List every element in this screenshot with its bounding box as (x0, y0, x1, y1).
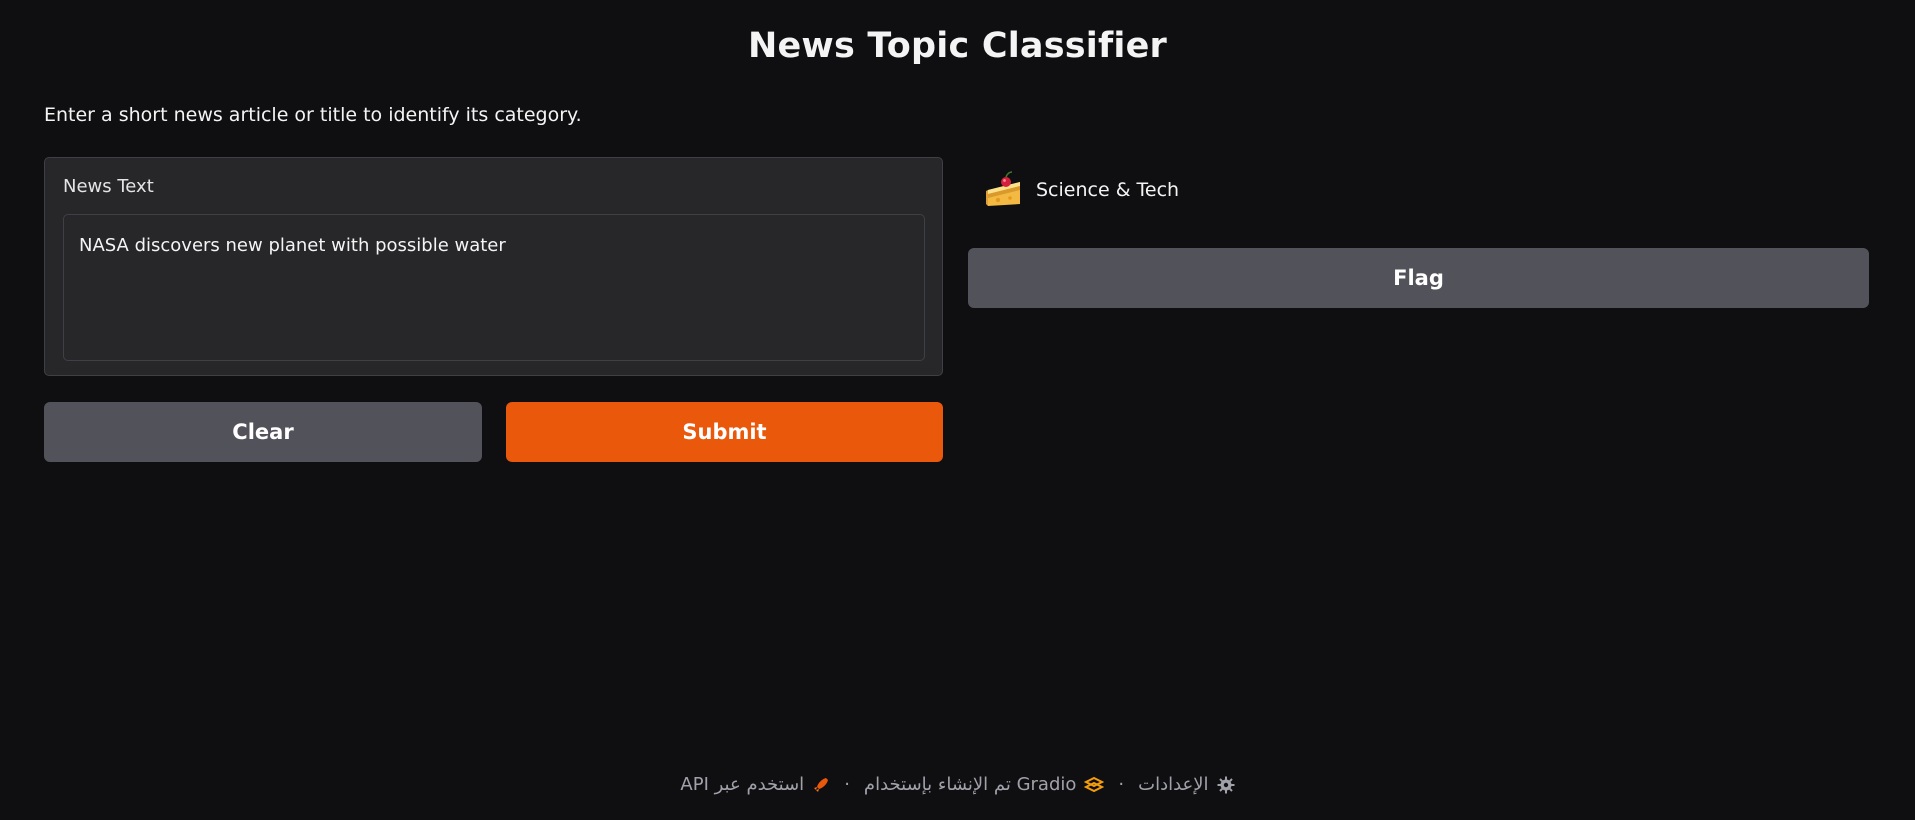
page-description: Enter a short news article or title to i… (44, 104, 582, 126)
gradio-logo-icon (1084, 776, 1105, 792)
news-text-panel: News Text NASA discovers new planet with… (44, 157, 943, 376)
footer-built-with-link[interactable]: تم الإنشاء بإستخدام Gradio (863, 774, 1105, 795)
footer-separator: · (1118, 774, 1125, 795)
footer-api-link[interactable]: API استخدم عبر (680, 774, 830, 795)
footer-settings-label: الإعدادات (1138, 774, 1209, 795)
rocket-icon (814, 777, 829, 792)
footer: API استخدم عبر · تم الإنشاء بإستخدام Gra… (0, 774, 1915, 795)
footer-api-label: API استخدم عبر (680, 774, 805, 795)
submit-button[interactable]: Submit (506, 402, 943, 462)
page-title: News Topic Classifier (747, 26, 1168, 66)
footer-built-with-label: تم الإنشاء بإستخدام Gradio (863, 774, 1077, 795)
gear-icon (1217, 776, 1235, 793)
output-category-text: Science & Tech (1036, 179, 1180, 201)
output-label: Science & Tech (984, 170, 1179, 210)
footer-separator: · (844, 774, 850, 795)
cheese-cake-icon (986, 171, 1020, 206)
news-text-input[interactable]: NASA discovers new planet with possible … (63, 214, 925, 361)
news-text-label: News Text (63, 176, 154, 197)
app-root: News Topic Classifier Enter a short news… (0, 0, 1915, 820)
flag-button[interactable]: Flag (968, 248, 1869, 308)
clear-button[interactable]: Clear (44, 402, 482, 462)
footer-settings-link[interactable]: الإعدادات (1138, 774, 1235, 795)
